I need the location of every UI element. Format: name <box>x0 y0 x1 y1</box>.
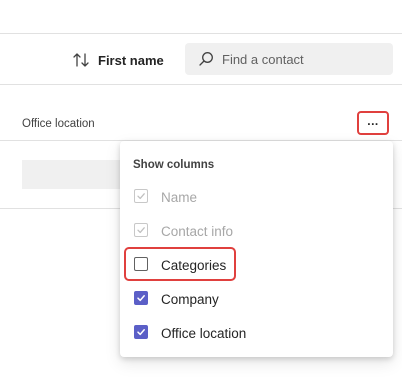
placeholder-block <box>22 160 132 189</box>
menu-item-company[interactable]: Company <box>120 284 393 314</box>
menu-item-contact-info[interactable]: Contact info <box>120 216 393 246</box>
menu-item-label: Company <box>161 291 219 307</box>
header-divider <box>0 84 402 85</box>
sort-arrows-icon <box>72 51 90 69</box>
search-icon <box>185 51 214 67</box>
checkbox-office-location[interactable] <box>134 325 148 339</box>
menu-item-label: Contact info <box>161 223 234 239</box>
checkbox-contact-info[interactable] <box>134 223 148 237</box>
menu-heading: Show columns <box>133 159 215 171</box>
checkbox-name[interactable] <box>134 189 148 203</box>
menu-item-label: Name <box>161 189 198 205</box>
search-input[interactable] <box>222 51 382 67</box>
menu-item-office-location[interactable]: Office location <box>120 318 393 348</box>
checkbox-company[interactable] <box>134 291 148 305</box>
top-divider <box>0 33 402 34</box>
search-box[interactable] <box>185 43 393 75</box>
menu-item-name[interactable]: Name <box>120 182 393 212</box>
menu-item-label: Office location <box>161 325 247 341</box>
more-icon: ... <box>367 114 379 128</box>
column-header-office-location: Office location <box>22 118 95 130</box>
sort-label: First name <box>98 52 164 68</box>
sort-button[interactable]: First name <box>72 49 164 71</box>
categories-highlight <box>124 247 236 281</box>
more-options-button[interactable]: ... <box>357 111 389 135</box>
